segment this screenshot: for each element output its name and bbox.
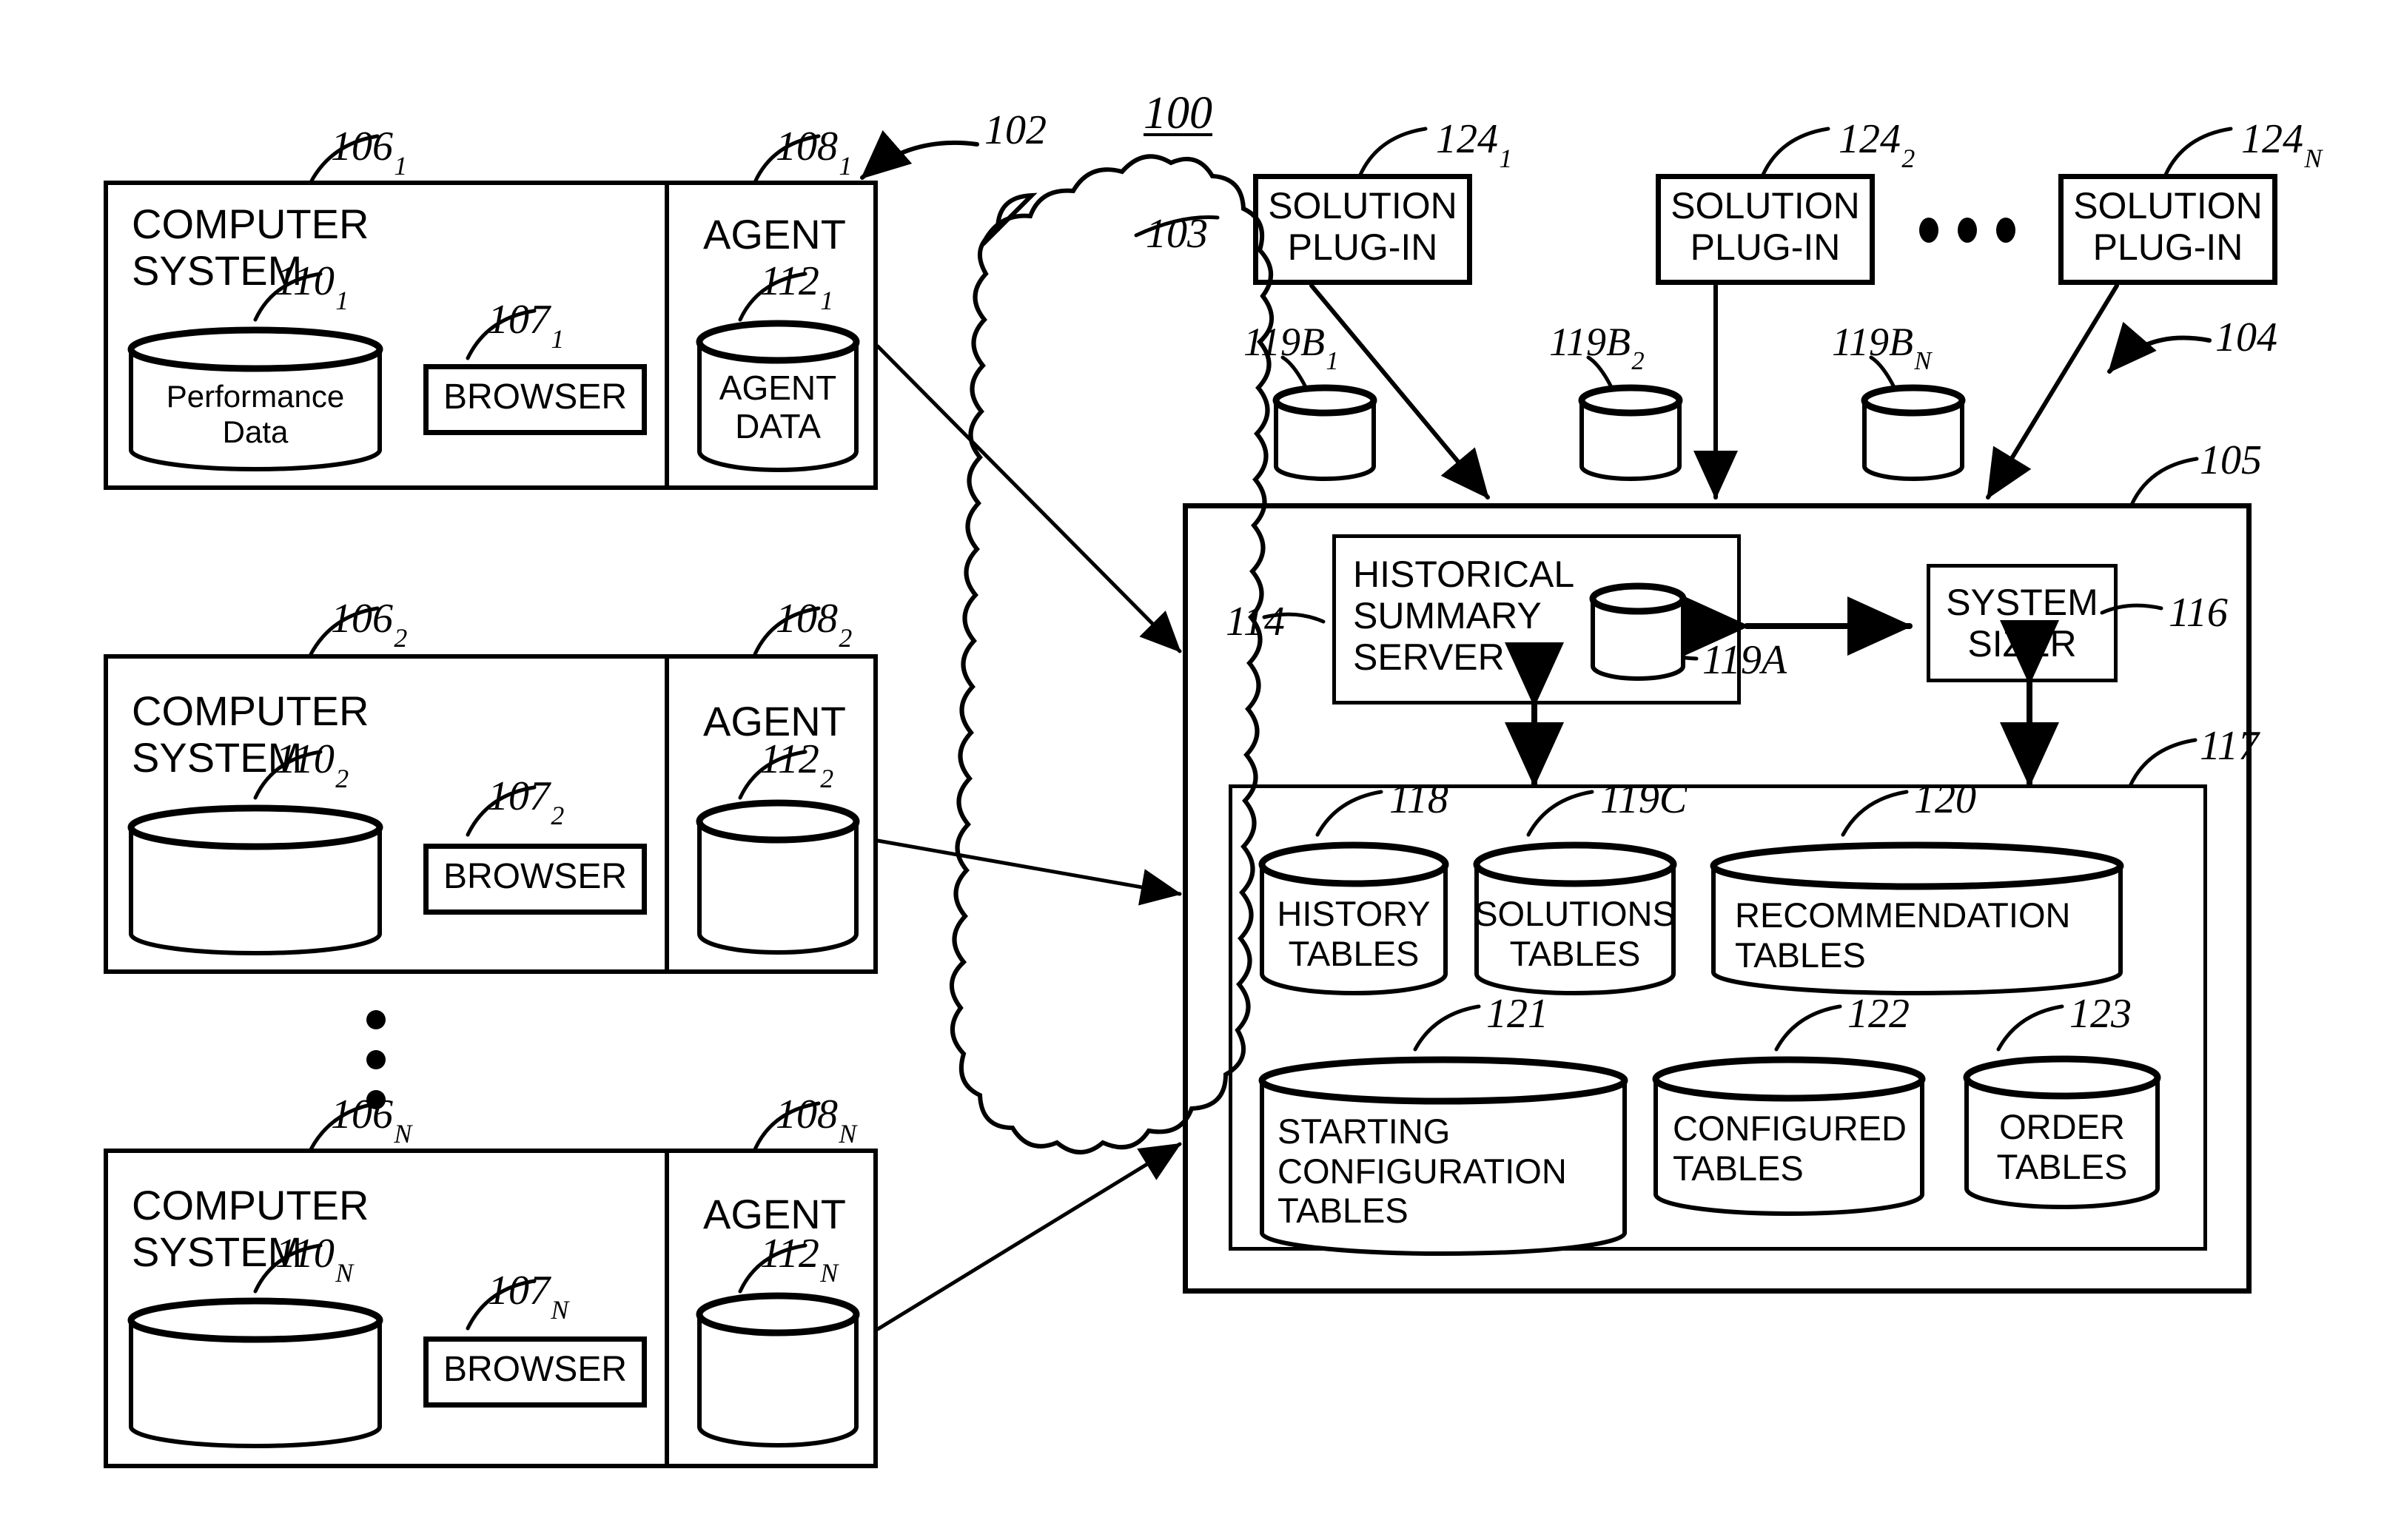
agent-data-db-1: AGENT DATA — [696, 320, 860, 472]
ref-120: 120 — [1914, 776, 1976, 822]
historical-summary-server-label: HISTORICAL SUMMARY SERVER — [1353, 554, 1575, 678]
ref-119B-2: 119B2 — [1549, 320, 1645, 376]
system-sizer-label: SYSTEM SIZER — [1946, 582, 2098, 665]
ref-124-1-leader — [1358, 127, 1428, 177]
ref-108-1: 1081 — [776, 124, 853, 181]
ref-124-1: 1241 — [1436, 116, 1513, 174]
ref-124-N-leader — [2163, 127, 2233, 177]
ref-116: 116 — [2169, 590, 2228, 636]
history-tables-label: HISTORY TABLES — [1277, 894, 1431, 973]
plugin3-to-server-arrow — [1986, 283, 2119, 500]
ref-104-label: 104 — [2215, 315, 2277, 360]
ref-110-2: 1102 — [275, 736, 349, 794]
configured-tables-db: CONFIGURED TABLES — [1652, 1056, 1926, 1220]
ref-108-N: 108N — [776, 1092, 857, 1149]
computer-system-1-agent-divider — [665, 181, 669, 490]
ref-102-label: 102 — [984, 107, 1047, 153]
ref-119A: 119A — [1702, 637, 1787, 683]
ref-112-1: 1121 — [760, 258, 834, 316]
ref-106-2: 1062 — [331, 596, 408, 653]
solutions-tables-label: SOLUTIONS TABLES — [1474, 894, 1676, 973]
ref-105-leader — [2129, 457, 2199, 507]
computer-system-N-agent-divider — [665, 1149, 669, 1468]
plugin-db-N — [1861, 384, 1966, 481]
ref-123: 123 — [2069, 991, 2132, 1037]
ref-104-leader — [2107, 321, 2212, 374]
ref-122: 122 — [1847, 991, 1910, 1037]
ref-106-1: 1061 — [331, 124, 408, 181]
starting-configuration-tables-label: STARTING CONFIGURATION TABLES — [1277, 1112, 1567, 1231]
ref-124-2: 1242 — [1839, 116, 1916, 174]
configured-tables-label: CONFIGURED TABLES — [1673, 1109, 1907, 1188]
performance-data-db-N — [127, 1297, 383, 1449]
ref-112-2: 1122 — [760, 736, 834, 794]
patent-figure-canvas: 100 102 103 104 105 COMPUTER SYSTEM AGEN… — [0, 0, 2404, 1540]
ref-124-N: 124N — [2241, 116, 2323, 174]
figure-number: 100 — [1144, 88, 1212, 138]
solution-plugin-N-label: SOLUTION PLUG-IN — [2073, 185, 2263, 268]
agent-data-db-2 — [696, 799, 860, 955]
recommendation-tables-label: RECOMMENDATION TABLES — [1735, 895, 2071, 975]
recommendation-tables-db: RECOMMENDATION TABLES — [1710, 841, 2124, 1001]
ref-110-N: 110N — [275, 1231, 354, 1288]
order-tables-db: ORDER TABLES — [1963, 1055, 2161, 1212]
solution-plugin-1-label: SOLUTION PLUG-IN — [1268, 185, 1457, 268]
ref-119B-1: 119B1 — [1243, 320, 1339, 376]
agent-data-db-1-text: AGENT DATA — [719, 369, 837, 446]
ref-108-2: 1082 — [776, 596, 853, 653]
starting-configuration-tables-db: STARTING CONFIGURATION TABLES — [1258, 1056, 1628, 1258]
ref-102-leader — [860, 130, 979, 180]
solutions-tables-db: SOLUTIONS TABLES — [1473, 841, 1677, 1001]
order-tables-label: ORDER TABLES — [1996, 1107, 2128, 1186]
ref-106-N: 106N — [331, 1092, 412, 1149]
ref-119B-N: 119BN — [1832, 320, 1932, 376]
ref-121: 121 — [1486, 991, 1548, 1037]
browser-1-label: BROWSER — [443, 377, 627, 417]
agent2-to-server-line — [876, 838, 1182, 906]
performance-data-db-2 — [127, 804, 383, 956]
agent1-to-server-line — [876, 344, 1182, 653]
ref-110-1: 1101 — [275, 258, 349, 316]
ref-103-label: 103 — [1146, 211, 1208, 257]
performance-data-db-1: Performance Data — [127, 326, 383, 471]
plugin-db-2 — [1578, 384, 1683, 481]
plugin-db-1 — [1272, 384, 1377, 481]
agent3-to-server-line — [876, 1142, 1182, 1331]
ref-107-N: 107N — [488, 1268, 569, 1325]
browser-2-label: BROWSER — [443, 857, 627, 896]
plugins-horizontal-ellipsis — [1919, 218, 2015, 243]
hss-internal-db — [1589, 582, 1687, 682]
ref-118: 118 — [1389, 776, 1448, 822]
browser-N-label: BROWSER — [443, 1350, 627, 1389]
ref-105-label: 105 — [2200, 437, 2262, 483]
agent-1-label: AGENT — [703, 211, 846, 258]
solution-plugin-2-label: SOLUTION PLUG-IN — [1671, 185, 1860, 268]
performance-data-db-1-text: Performance Data — [166, 379, 345, 449]
ref-114: 114 — [1226, 599, 1285, 645]
ref-107-2: 1072 — [488, 773, 565, 831]
computer-system-2-agent-divider — [665, 654, 669, 974]
ref-107-1: 1071 — [488, 297, 565, 354]
ref-112-N: 112N — [760, 1231, 839, 1288]
history-tables-db: HISTORY TABLES — [1258, 841, 1449, 1001]
ref-124-2-leader — [1761, 127, 1830, 177]
ref-117: 117 — [2200, 723, 2259, 769]
ref-119C: 119C — [1600, 776, 1688, 822]
agent-data-db-N — [696, 1292, 860, 1447]
